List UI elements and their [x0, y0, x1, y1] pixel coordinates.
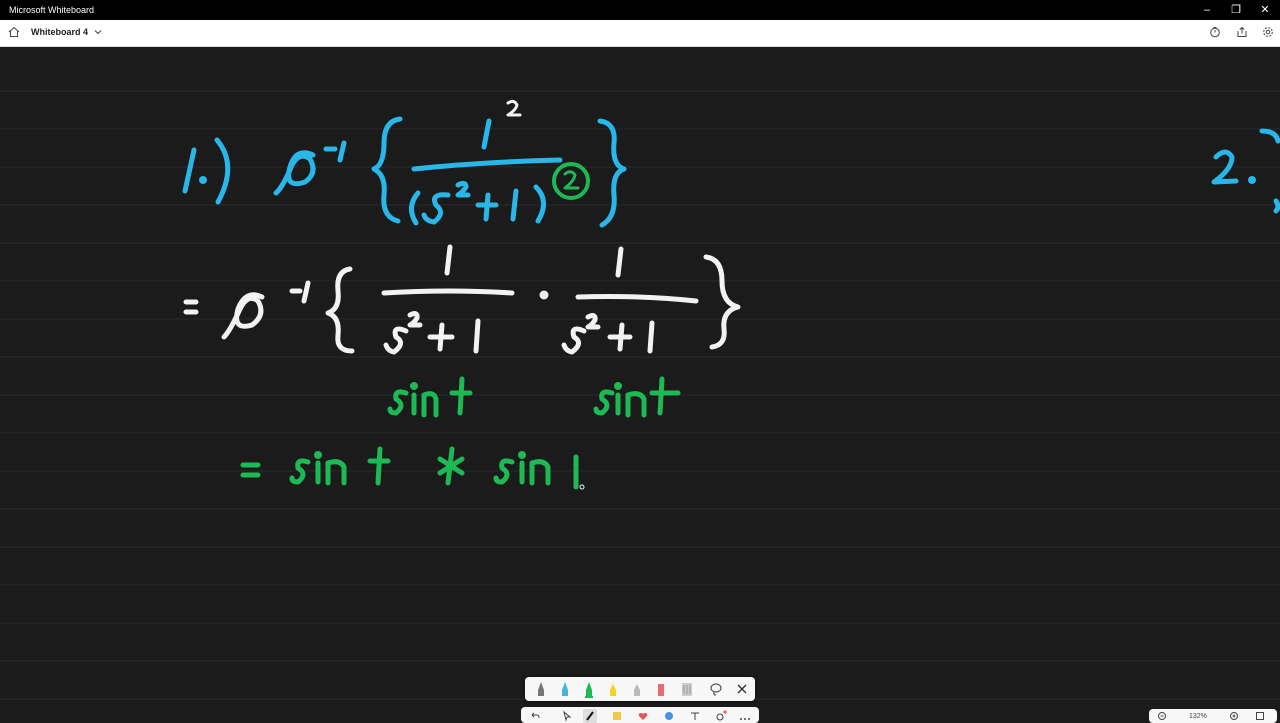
restore-icon: ❐ [1231, 4, 1241, 16]
highlighter-yellow-icon[interactable] [604, 680, 622, 698]
marker-red-icon[interactable] [652, 680, 670, 698]
eraser-icon[interactable] [628, 680, 646, 698]
reaction-icon[interactable] [637, 710, 649, 722]
close-icon: ✕ [1260, 4, 1270, 16]
settings-icon[interactable] [1262, 26, 1274, 38]
title-bar: Microsoft Whiteboard – ❐ ✕ [0, 0, 1280, 20]
share-icon[interactable] [1236, 26, 1248, 38]
home-icon[interactable] [8, 26, 20, 38]
ink-sin-labels [387, 376, 681, 418]
zoom-level: 132% [1189, 713, 1207, 720]
select-icon[interactable] [561, 710, 573, 722]
ink-toolbar [525, 677, 755, 701]
more-icon[interactable] [739, 710, 751, 722]
window-title: Microsoft Whiteboard [9, 5, 95, 15]
lasso-icon[interactable] [707, 680, 725, 698]
pen-icon[interactable] [583, 709, 597, 723]
undo-icon[interactable] [529, 710, 541, 722]
creation-toolbar [521, 707, 759, 723]
note-icon[interactable] [611, 710, 623, 722]
pen-icon[interactable] [532, 680, 550, 698]
pen-cursor [579, 484, 585, 490]
ink-problem-2 [1211, 128, 1280, 214]
ink-line-3 [240, 446, 579, 490]
board-name[interactable]: Whiteboard 4 [31, 27, 88, 37]
close-icon[interactable] [733, 680, 751, 698]
minimize-button[interactable]: – [1192, 0, 1222, 20]
minimize-icon: – [1203, 4, 1211, 16]
app-bar: Whiteboard 4 [0, 20, 1280, 47]
ruler-icon[interactable] [678, 680, 696, 698]
ink-annotation-exponent [506, 99, 522, 117]
ink-circled-exponent [552, 162, 590, 200]
chevron-down-icon[interactable] [93, 26, 103, 38]
zoom-control: 132% [1149, 709, 1277, 723]
shape-tools-icon[interactable] [715, 710, 727, 722]
whiteboard-canvas[interactable] [0, 47, 1280, 720]
shape-icon[interactable] [663, 710, 675, 722]
pen-green-icon[interactable] [580, 680, 598, 698]
close-button[interactable]: ✕ [1250, 0, 1280, 20]
timer-icon[interactable] [1209, 26, 1221, 38]
text-icon[interactable] [689, 710, 701, 722]
ink-layer [0, 90, 1280, 700]
ink-line-2 [183, 244, 741, 355]
restore-button[interactable]: ❐ [1221, 0, 1251, 20]
highlighter-icon[interactable] [556, 680, 574, 698]
